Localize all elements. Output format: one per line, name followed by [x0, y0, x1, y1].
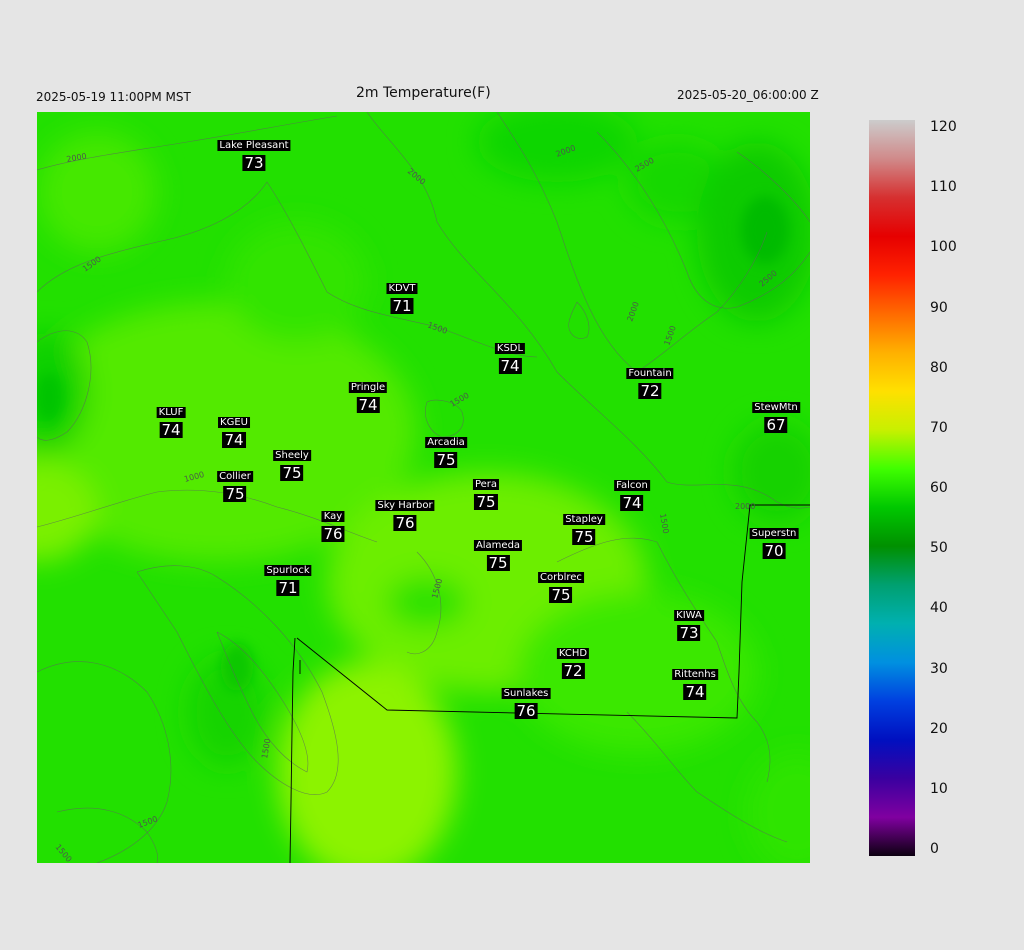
colorbar-tick: 120	[930, 119, 957, 135]
station-marker: Pringle 74	[348, 382, 388, 414]
colorbar-tick: 90	[930, 299, 948, 316]
station-name: Sunlakes	[501, 688, 551, 699]
station-name: KGEU	[218, 417, 250, 428]
station-name: Lake Pleasant	[217, 140, 291, 151]
station-marker: Stapley 75	[563, 514, 605, 545]
colorbar-tick: 30	[930, 660, 948, 677]
station-marker: KSDL 74	[494, 343, 526, 375]
station-temperature: 75	[572, 528, 596, 546]
station-name: Collier	[217, 471, 253, 482]
station-temperature: 71	[390, 297, 414, 315]
station-name: Arcadia	[425, 437, 467, 448]
station-name: StewMtn	[752, 402, 800, 413]
station-marker: KGEU 74	[218, 417, 250, 448]
local-time: 2025-05-19 11:00PM MST	[36, 90, 191, 104]
station-marker: Corblrec 75	[538, 572, 584, 603]
station-marker: Arcadia 75	[425, 437, 467, 468]
station-temperature: 74	[222, 431, 246, 449]
colorbar-tick: 10	[930, 780, 948, 797]
station-temperature: 75	[434, 451, 458, 469]
station-name: Alameda	[473, 540, 523, 551]
station-marker: KCHD 72	[556, 648, 590, 680]
colorbar-ramp	[869, 120, 915, 856]
station-name: Sheely	[273, 450, 311, 461]
station-temperature: 75	[486, 554, 510, 572]
station-temperature: 71	[276, 579, 300, 597]
colorbar-tick: 110	[930, 179, 957, 196]
station-name: Pringle	[348, 382, 388, 393]
station-marker: Sky Harbor 76	[375, 500, 435, 532]
station-marker: Superstn 70	[749, 528, 799, 560]
utc-time: 2025-05-20_06:00:00 Z	[677, 88, 819, 102]
station-marker: Alameda 75	[473, 540, 523, 572]
station-temperature: 76	[393, 514, 417, 532]
station-temperature: 67	[764, 416, 788, 434]
station-marker: Fountain 72	[626, 368, 674, 400]
station-marker: KDVT 71	[386, 283, 418, 315]
station-marker: Sunlakes 76	[501, 688, 551, 720]
colorbar-tick: 100	[930, 239, 957, 256]
colorbar-tick: 60	[930, 480, 948, 496]
station-temperature: 74	[620, 494, 644, 512]
station-temperature: 75	[280, 464, 304, 482]
station-temperature: 75	[549, 586, 573, 604]
station-marker: KLUF 74	[156, 407, 186, 439]
station-temperature: 72	[561, 662, 585, 680]
station-name: Rittenhs	[672, 669, 718, 680]
station-name: Superstn	[749, 528, 799, 539]
station-name: Pera	[472, 479, 500, 490]
station-marker: Falcon 74	[614, 480, 650, 511]
colorbar-tick: 0	[930, 841, 939, 857]
station-marker: Collier 75	[217, 471, 253, 502]
station-name: KSDL	[494, 343, 526, 354]
station-marker: StewMtn 67	[752, 402, 800, 433]
chart-title: 2m Temperature(F)	[356, 85, 491, 101]
station-temperature: 73	[242, 154, 266, 172]
station-temperature: 73	[677, 624, 701, 642]
station-name: KLUF	[156, 407, 186, 418]
station-temperature: 76	[321, 525, 345, 543]
station-temperature: 74	[498, 357, 522, 375]
station-name: Sky Harbor	[375, 500, 435, 511]
station-name: Stapley	[563, 514, 605, 525]
station-temperature: 72	[638, 382, 662, 400]
station-name: Falcon	[614, 480, 650, 491]
colorbar-tick: 20	[930, 720, 948, 737]
station-temperature: 74	[356, 396, 380, 414]
station-marker: Kay 76	[321, 511, 345, 543]
station-marker: Rittenhs 74	[672, 669, 718, 700]
station-name: Corblrec	[538, 572, 584, 583]
contour-label: 2000	[735, 502, 755, 511]
station-marker: Lake Pleasant 73	[217, 140, 291, 172]
map-layer: 2000200020002500200025001500150015001500…	[37, 112, 810, 863]
station-name: Fountain	[626, 368, 674, 379]
station-marker: KIWA 73	[674, 610, 704, 641]
colorbar-tick: 70	[930, 419, 948, 436]
station-temperature: 70	[762, 542, 786, 560]
station-temperature: 74	[683, 683, 707, 701]
station-temperature: 76	[514, 702, 538, 720]
station-name: KDVT	[386, 283, 418, 294]
station-temperature: 75	[474, 493, 498, 511]
station-marker: Spurlock 71	[264, 565, 312, 597]
station-marker: Pera 75	[472, 479, 500, 511]
colorbar-tick: 80	[930, 359, 948, 376]
station-temperature: 74	[159, 421, 183, 439]
station-name: Kay	[321, 511, 345, 522]
station-name: KIWA	[674, 610, 704, 621]
station-name: KCHD	[556, 648, 590, 659]
colorbar	[869, 120, 915, 856]
colorbar-tick: 50	[930, 540, 948, 557]
temperature-map: 2000 2000 2000 2500 2000 2500 1500 1500 1500 1500…	[37, 112, 810, 863]
station-marker: Sheely 75	[273, 450, 311, 481]
station-temperature: 75	[223, 485, 247, 503]
colorbar-tick: 40	[930, 600, 948, 617]
station-name: Spurlock	[264, 565, 312, 576]
